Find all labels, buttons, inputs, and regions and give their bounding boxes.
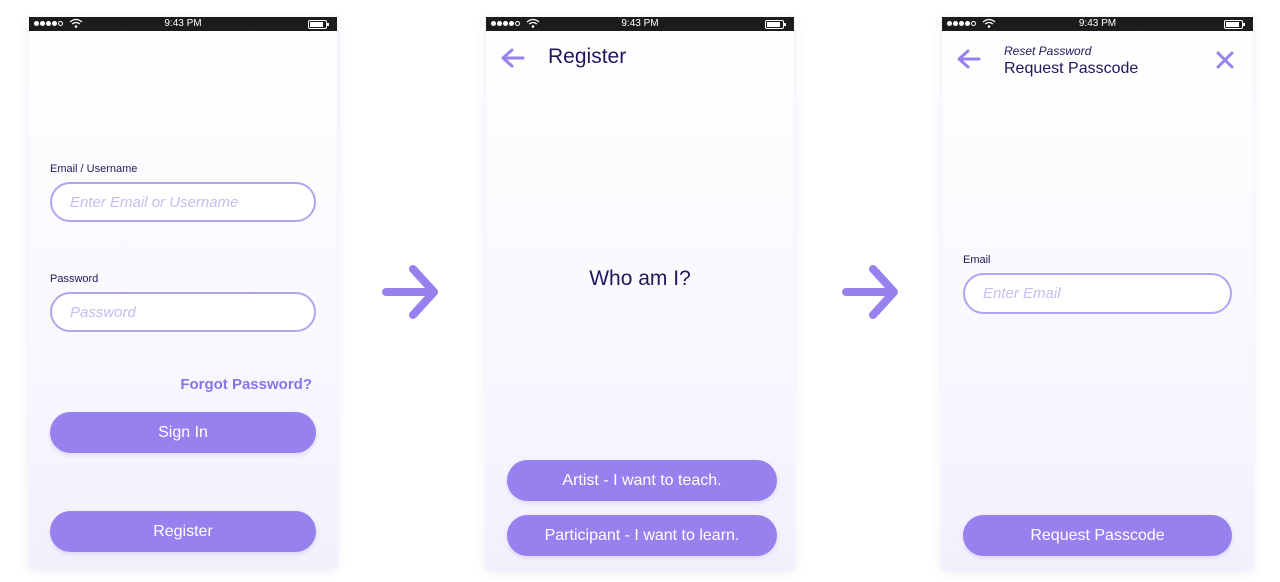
status-time: 9:43 PM <box>621 18 659 29</box>
email-input[interactable] <box>963 273 1232 314</box>
page-title: Request Passcode <box>1004 60 1139 77</box>
status-bar: 9:43 PM <box>486 17 794 31</box>
register-button[interactable]: Register <box>50 511 316 552</box>
flow-arrow-right-icon <box>382 265 438 319</box>
password-label: Password <box>50 273 99 285</box>
page-subtitle: Reset Password <box>1004 44 1092 58</box>
battery-icon <box>765 20 786 29</box>
register-screen: 9:43 PM Register Who am I? Artist - I wa… <box>486 17 794 570</box>
status-time: 9:43 PM <box>164 18 202 29</box>
status-bar: 9:43 PM <box>942 17 1253 31</box>
back-arrow-icon[interactable] <box>500 47 526 69</box>
sign-in-button[interactable]: Sign In <box>50 412 316 453</box>
back-arrow-icon[interactable] <box>956 48 982 70</box>
artist-button[interactable]: Artist - I want to teach. <box>507 460 777 501</box>
close-icon[interactable] <box>1215 50 1235 70</box>
status-time: 9:43 PM <box>1078 18 1117 29</box>
email-username-label: Email / Username <box>50 163 138 175</box>
who-am-i-heading: Who am I? <box>589 267 691 290</box>
flow-arrow-right-icon <box>842 265 898 319</box>
request-passcode-button[interactable]: Request Passcode <box>963 515 1232 556</box>
page-title: Register <box>548 45 627 68</box>
email-username-input[interactable] <box>50 182 316 222</box>
battery-icon <box>1224 20 1245 29</box>
login-screen: 9:43 PM Email / Username Password Forgot… <box>29 17 337 568</box>
reset-password-screen: 9:43 PM Reset Password Request Passcode … <box>942 17 1253 570</box>
status-bar: 9:43 PM <box>29 17 337 31</box>
forgot-password-link[interactable]: Forgot Password? <box>180 376 312 393</box>
password-input[interactable] <box>50 292 316 332</box>
email-label: Email <box>963 254 991 266</box>
battery-icon <box>308 20 329 29</box>
participant-button[interactable]: Participant - I want to learn. <box>507 515 777 556</box>
